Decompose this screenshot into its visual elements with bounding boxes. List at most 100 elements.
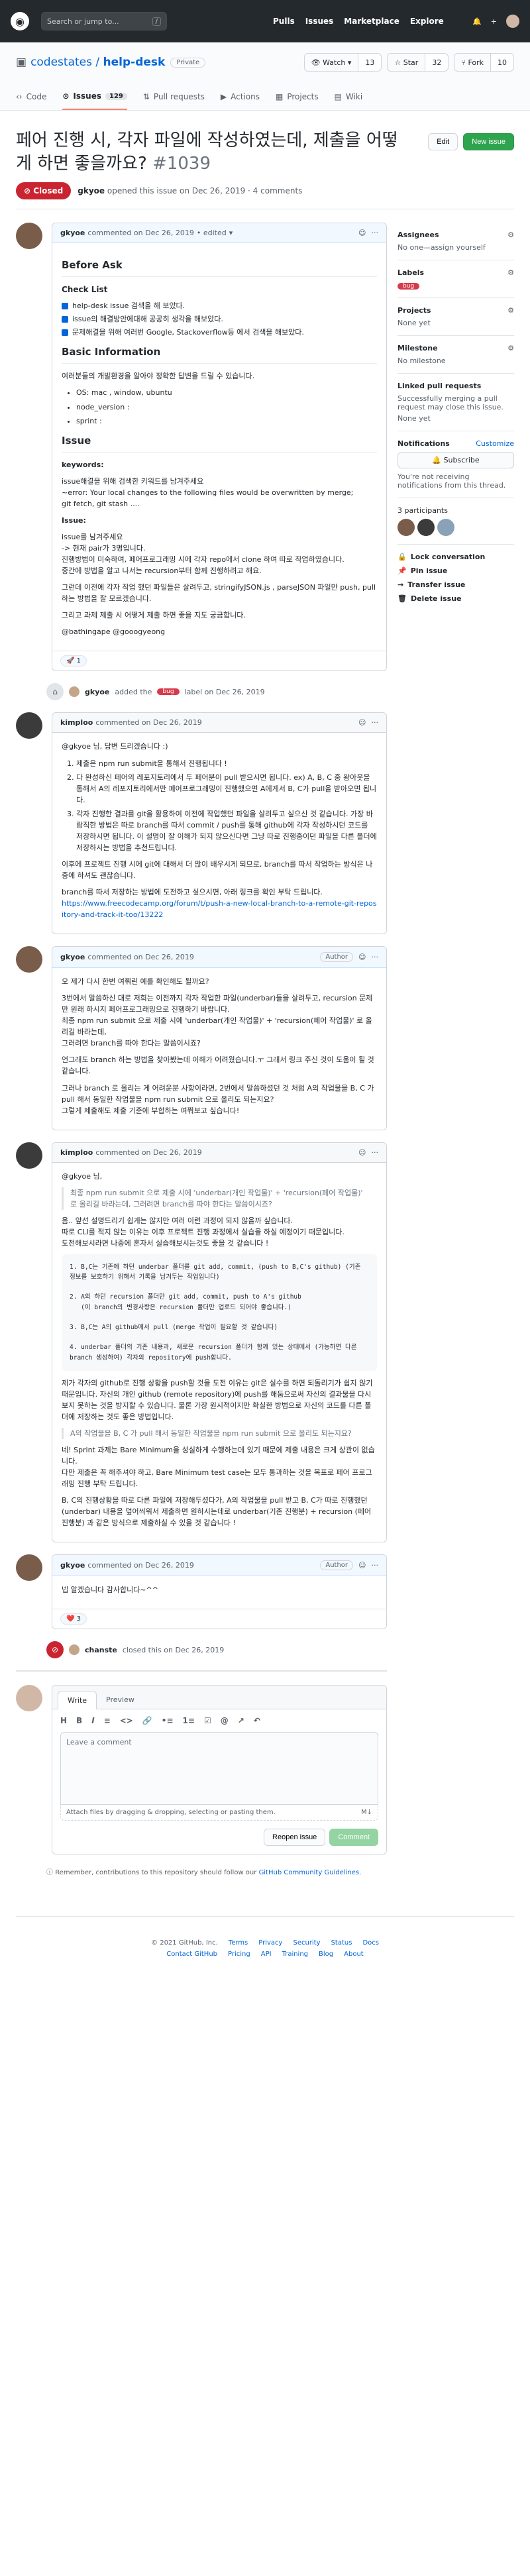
assignees-value[interactable]: No one—assign yourself [398,243,514,252]
github-logo-icon[interactable]: ◉ [11,12,29,30]
code-icon[interactable]: <> [120,1716,133,1725]
bell-icon[interactable]: 🔔 [472,17,482,26]
section-title[interactable]: Milestone [398,344,438,352]
edit-button[interactable]: Edit [428,133,458,150]
comment-date[interactable]: commented on Dec 26, 2019 [95,718,201,727]
user-avatar[interactable] [506,15,519,28]
kebab-menu-icon[interactable]: ··· [372,229,379,237]
footer-link[interactable]: Terms [229,1939,248,1947]
avatar[interactable] [16,712,42,739]
footer-link[interactable]: Blog [319,1951,333,1958]
ordered-list-icon[interactable]: 1≡ [183,1716,195,1725]
edited-indicator[interactable]: • edited [197,229,227,237]
kebab-menu-icon[interactable]: ··· [372,1561,379,1570]
mention-icon[interactable]: @ [221,1716,229,1725]
delete-issue-button[interactable]: 🗑 Delete issue [398,592,514,606]
gear-icon[interactable]: ⚙ [507,306,514,315]
mentions[interactable]: @bathingape @gooogyeong [62,626,377,637]
checkbox-checked-icon[interactable] [62,315,68,323]
comment-author[interactable]: gkyoe [60,1561,85,1570]
smiley-icon[interactable]: ☺ [358,1561,366,1570]
avatar[interactable] [16,1554,42,1582]
footer-link[interactable]: Docs [362,1939,379,1947]
fork-count[interactable]: 10 [490,54,513,71]
bold-icon[interactable]: B [76,1716,82,1725]
nav-issues[interactable]: Issues [305,17,334,26]
tab-pull-requests[interactable]: ⇅ Pull requests [143,83,205,110]
new-issue-button[interactable]: New issue [463,133,514,150]
reply-icon[interactable]: ↶ [254,1716,260,1725]
tab-write[interactable]: Write [58,1691,97,1710]
unordered-list-icon[interactable]: •≡ [162,1716,174,1725]
comment-date[interactable]: commented on Dec 26, 2019 [95,1148,201,1157]
file-attach-area[interactable]: Attach files by dragging & dropping, sel… [60,1805,378,1821]
section-title[interactable]: Assignees [398,231,439,239]
label-bug[interactable]: bug [157,688,180,696]
nav-marketplace[interactable]: Marketplace [344,17,399,26]
cross-reference-icon[interactable]: ↗ [238,1716,244,1725]
nav-explore[interactable]: Explore [410,17,444,26]
footer-link[interactable]: Privacy [258,1939,282,1947]
footer-link[interactable]: Pricing [228,1951,250,1958]
task-list-icon[interactable]: ☑ [204,1716,211,1725]
comment-author[interactable]: kimploo [60,1148,93,1157]
nav-pulls[interactable]: Pulls [273,17,295,26]
markdown-icon[interactable]: M↓ [361,1809,372,1816]
reopen-issue-button[interactable]: Reopen issue [264,1829,326,1847]
footer-link[interactable]: Training [282,1951,308,1958]
lock-conversation-button[interactable]: 🔒 Lock conversation [398,550,514,564]
comment-date[interactable]: commented on Dec 26, 2019 [87,1561,193,1570]
avatar[interactable] [16,223,42,250]
watch-count[interactable]: 13 [358,54,382,71]
comment-author[interactable]: gkyoe [60,229,85,237]
chevron-down-icon[interactable]: ▾ [229,229,233,237]
kebab-menu-icon[interactable]: ··· [372,953,379,961]
subscribe-button[interactable]: 🔔 Subscribe [398,452,514,469]
comment-author[interactable]: kimploo [60,718,93,727]
avatar[interactable] [69,686,80,698]
smiley-icon[interactable]: ☺ [358,953,366,961]
smiley-icon[interactable]: ☺ [358,718,366,727]
event-actor[interactable]: gkyoe [85,688,109,696]
plus-icon[interactable]: + [491,17,497,26]
fork-button[interactable]: ⑂ Fork 10 [454,53,514,72]
smiley-icon[interactable]: ☺ [358,229,366,237]
guidelines-link[interactable]: GitHub Community Guidelines [259,1869,360,1876]
avatar[interactable] [16,1142,42,1169]
link-icon[interactable]: 🔗 [142,1716,152,1725]
issue-author[interactable]: gkyoe [78,186,105,195]
tab-actions[interactable]: ▶ Actions [221,83,260,110]
tab-projects[interactable]: ▦ Projects [276,83,319,110]
checkbox-checked-icon[interactable] [62,329,68,336]
tab-code[interactable]: ‹› Code [16,83,46,110]
footer-link[interactable]: Security [293,1939,320,1947]
tab-issues[interactable]: ⊙ Issues 129 [62,83,127,110]
reaction-rocket[interactable]: 🚀 1 [60,655,87,667]
footer-link[interactable]: Contact GitHub [166,1951,217,1958]
gear-icon[interactable]: ⚙ [507,231,514,239]
heading-icon[interactable]: H [60,1716,67,1725]
avatar[interactable] [398,519,415,537]
label-bug[interactable]: bug [398,283,420,290]
star-count[interactable]: 32 [425,54,449,71]
section-title[interactable]: Labels [398,268,424,277]
comment-button[interactable]: Comment [329,1829,378,1847]
comment-textarea[interactable]: Leave a comment [60,1732,378,1805]
repo-owner[interactable]: codestates [30,56,92,69]
comment-author[interactable]: gkyoe [60,953,85,961]
search-input[interactable]: Search or jump to... / [41,12,167,30]
checkbox-checked-icon[interactable] [62,302,68,309]
footer-link[interactable]: Status [331,1939,352,1947]
avatar[interactable] [437,519,454,537]
tab-preview[interactable]: Preview [97,1691,144,1709]
quote-icon[interactable]: ≡ [104,1716,111,1725]
italic-icon[interactable]: I [91,1716,94,1725]
tab-wiki[interactable]: ▤ Wiki [335,83,363,110]
kebab-menu-icon[interactable]: ··· [372,1148,379,1157]
gear-icon[interactable]: ⚙ [507,344,514,352]
event-actor[interactable]: chanste [85,1646,117,1654]
reaction-heart[interactable]: ❤️ 3 [60,1613,87,1625]
comment-date[interactable]: commented on Dec 26, 2019 [87,229,193,237]
avatar[interactable] [16,946,42,973]
section-title[interactable]: Projects [398,306,431,315]
